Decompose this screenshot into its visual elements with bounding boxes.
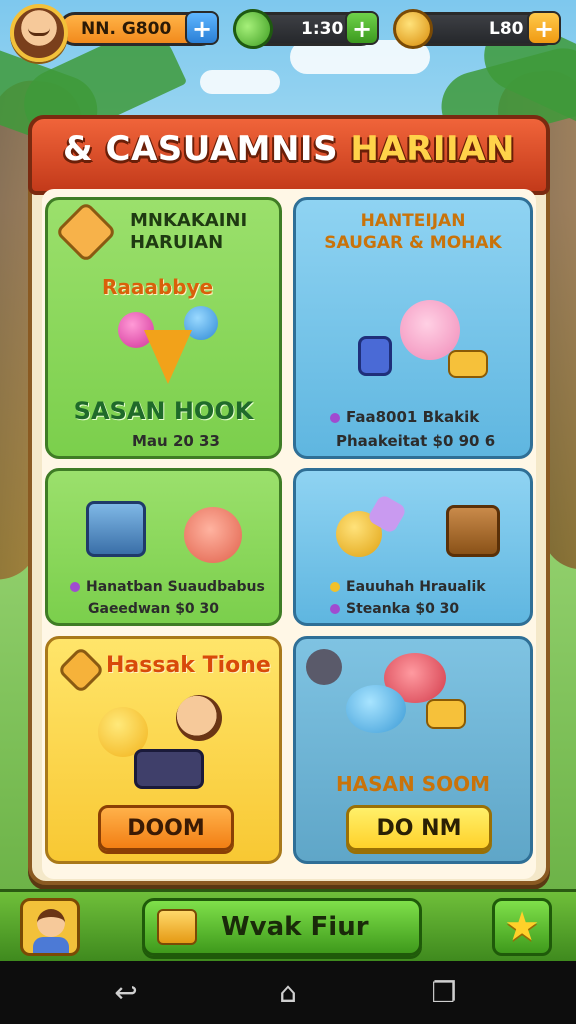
daily-badge-icon bbox=[54, 200, 118, 264]
daily-card-2[interactable]: HANTEIJAN SAUGAR & MOHAK Faa8001 Bkakik … bbox=[293, 197, 533, 459]
plus-icon: + bbox=[191, 15, 213, 43]
coins-bar: L80 + bbox=[393, 9, 561, 49]
card-5-button[interactable]: DOOM bbox=[98, 805, 234, 851]
daily-card-6[interactable]: HASAN SOOM DO NM bbox=[293, 636, 533, 864]
mascot-face-icon bbox=[184, 507, 242, 563]
daily-card-3[interactable]: Hanatban Suaudbabus Gaeedwan $0 30 bbox=[45, 468, 282, 626]
card-1-title: MNKAKAINI HARUIAN bbox=[130, 210, 248, 253]
gems-value: 1:30 bbox=[301, 19, 344, 39]
panel-title-prefix: & CASUAMNIS bbox=[63, 129, 339, 169]
card-1-detail: Mau 20 33 bbox=[132, 432, 220, 450]
card-3-line-2: Gaeedwan $0 30 bbox=[88, 601, 220, 617]
gems-bar: 1:30 + bbox=[225, 1, 379, 57]
plus-icon: + bbox=[351, 15, 373, 43]
coins-value: L80 bbox=[489, 19, 524, 39]
add-coins-button[interactable]: + bbox=[527, 11, 561, 45]
daily-card-5[interactable]: Hassak Tione DOOM bbox=[45, 636, 282, 864]
card-6-button[interactable]: DO NM bbox=[346, 805, 492, 851]
coin-icon bbox=[393, 9, 433, 49]
recent-apps-icon[interactable]: ❐ bbox=[424, 973, 464, 1013]
gift-crate-icon bbox=[358, 336, 392, 376]
treasure-box-icon bbox=[157, 909, 197, 945]
add-gems-button[interactable]: + bbox=[345, 11, 379, 45]
card-2-line-1: Faa8001 Bkakik bbox=[330, 408, 479, 426]
badge-icon bbox=[56, 645, 106, 695]
treasure-chest-icon bbox=[446, 505, 500, 557]
card-5-title: Hassak Tione bbox=[106, 653, 271, 678]
back-icon[interactable]: ↩ bbox=[106, 973, 146, 1013]
player-avatar[interactable] bbox=[10, 4, 68, 62]
avatar-body bbox=[33, 937, 69, 953]
blue-slime-icon bbox=[346, 685, 406, 733]
bullet-icon bbox=[330, 604, 340, 614]
top-hud: NN. G800 + 1:30 + L80 + bbox=[0, 0, 576, 62]
card-3-line-1: Hanatban Suaudbabus bbox=[70, 579, 265, 595]
panel-header: & CASUAMNIS HARIIAN bbox=[28, 115, 550, 195]
gold-stack-icon bbox=[426, 699, 466, 729]
main-action-button[interactable]: Wvak Fiur bbox=[142, 898, 422, 956]
star-icon[interactable]: ★ bbox=[492, 898, 552, 956]
card-2-title: HANTEIJAN SAUGAR & MOHAK bbox=[324, 211, 502, 253]
cloud-decoration bbox=[200, 70, 280, 94]
add-energy-button[interactable]: + bbox=[185, 11, 219, 45]
dark-orb-icon bbox=[306, 649, 342, 685]
card-4-line-2: Steanka $0 30 bbox=[330, 601, 459, 617]
daily-card-1[interactable]: MNKAKAINI HARUIAN Raaabbye SASAN HOOK Ma… bbox=[45, 197, 282, 459]
plus-icon: + bbox=[533, 15, 555, 43]
card-1-name: SASAN HOOK bbox=[73, 397, 254, 425]
card-6-title: HASAN SOOM bbox=[335, 772, 491, 796]
card-4-line-1: Eauuhah Hraualik bbox=[330, 579, 486, 595]
gem-icon bbox=[225, 1, 281, 57]
bottom-bar: Wvak Fiur ★ bbox=[0, 889, 576, 961]
player-level-value: NN. G800 bbox=[81, 19, 172, 39]
daily-card-4[interactable]: Eauuhah Hraualik Steanka $0 30 bbox=[293, 468, 533, 626]
main-action-label: Wvak Fiur bbox=[221, 912, 369, 942]
gold-bars-icon bbox=[448, 350, 488, 378]
cone-prize-icon bbox=[144, 330, 192, 384]
avatar-head bbox=[37, 909, 65, 937]
card-1-subtitle: Raaabbye bbox=[102, 275, 214, 299]
panel-title-accent: HARIIAN bbox=[350, 129, 515, 169]
bullet-icon bbox=[330, 412, 340, 423]
card-2-line-2: Phaakeitat $0 90 6 bbox=[336, 432, 496, 450]
home-icon[interactable]: ⌂ bbox=[268, 973, 308, 1013]
system-nav-bar: ↩ ⌂ ❐ bbox=[0, 961, 576, 1024]
player-avatar-icon[interactable] bbox=[20, 898, 80, 956]
bullet-icon bbox=[330, 582, 340, 592]
panel-title: & CASUAMNIS HARIIAN bbox=[32, 129, 546, 169]
player-level-bar: NN. G800 + bbox=[58, 11, 219, 46]
bullet-icon bbox=[70, 582, 80, 592]
star-chest-icon bbox=[134, 749, 204, 789]
chest-icon bbox=[86, 501, 146, 557]
hero-character-icon bbox=[176, 695, 222, 741]
avatar-smile bbox=[28, 28, 50, 36]
